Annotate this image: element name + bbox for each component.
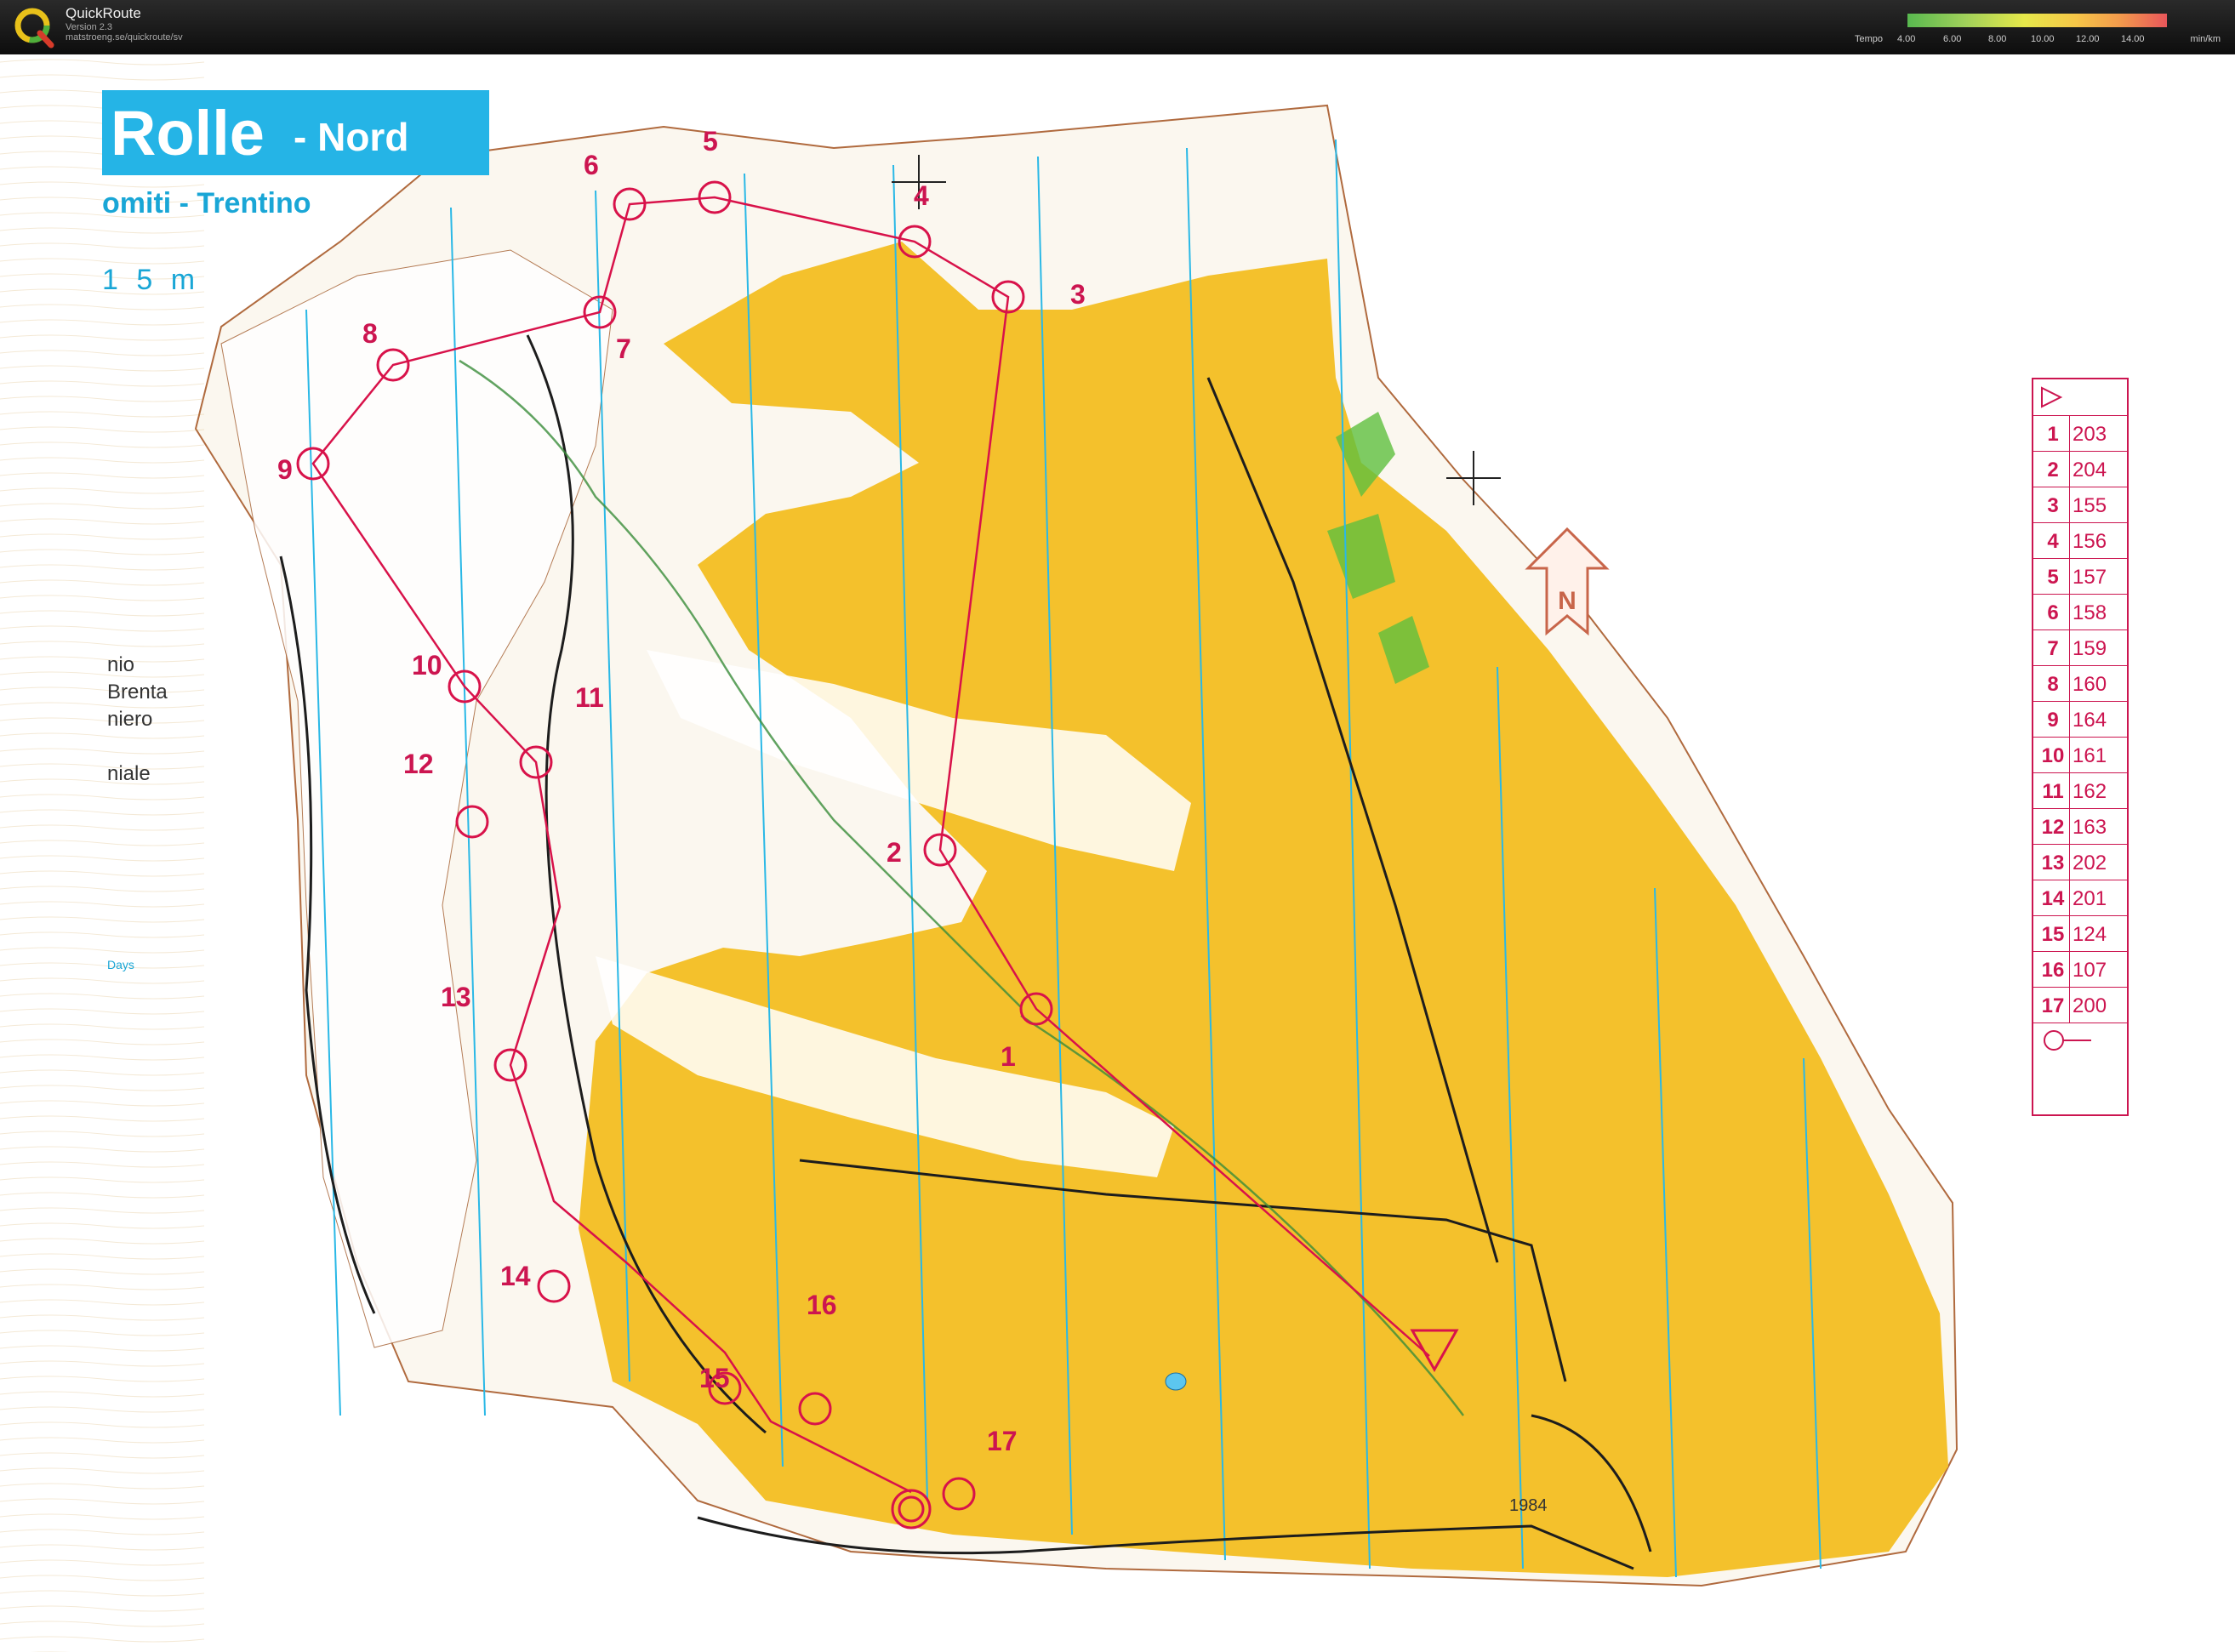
app-url: matstroeng.se/quickroute/sv xyxy=(66,32,183,43)
app-name: QuickRoute xyxy=(66,5,141,21)
control-label-1: 1 xyxy=(1001,1041,1016,1072)
north-label: N xyxy=(1558,587,1576,615)
description-row: 15 124 xyxy=(2033,915,2127,952)
map-title-banner: Rolle - Nord xyxy=(102,90,489,175)
tempo-legend: Tempo 4.00 6.00 8.00 10.00 12.00 14.00 m… xyxy=(1855,12,2221,46)
description-row: 14 201 xyxy=(2033,880,2127,916)
tempo-label: Tempo xyxy=(1855,34,1884,44)
control-label-16: 16 xyxy=(807,1290,837,1320)
tempo-unit: min/km xyxy=(2190,34,2221,44)
description-row: 4 156 xyxy=(2033,522,2127,559)
description-row: 11 162 xyxy=(2033,772,2127,809)
description-row: 5 157 xyxy=(2033,558,2127,595)
app-header: QuickRoute Version 2.3 matstroeng.se/qui… xyxy=(0,0,2235,54)
map-canvas[interactable]: N 1984 xyxy=(0,54,2235,1652)
description-row: 10 161 xyxy=(2033,737,2127,773)
control-label-17: 17 xyxy=(987,1426,1018,1456)
side-text: niero xyxy=(107,708,153,731)
description-row: 6 158 xyxy=(2033,594,2127,630)
description-row: 2 204 xyxy=(2033,451,2127,487)
tempo-tick: 12.00 xyxy=(2076,34,2100,44)
lake-icon xyxy=(1165,1372,1187,1391)
control-label-10: 10 xyxy=(412,650,442,681)
tempo-tick: 6.00 xyxy=(1943,34,1962,44)
control-label-3: 3 xyxy=(1070,279,1086,310)
side-text: Brenta xyxy=(107,681,168,704)
control-label-11: 11 xyxy=(575,682,604,713)
side-text: nio xyxy=(107,653,135,676)
control-label-14: 14 xyxy=(500,1261,531,1291)
control-label-4: 4 xyxy=(914,180,929,211)
control-label-13: 13 xyxy=(441,982,471,1012)
quickroute-logo-icon xyxy=(14,8,54,48)
app-version: Version 2.3 xyxy=(66,21,113,32)
control-label-7: 7 xyxy=(616,333,631,364)
description-row: 8 160 xyxy=(2033,665,2127,702)
control-label-8: 8 xyxy=(362,318,378,349)
tempo-tick: 8.00 xyxy=(1988,34,2007,44)
tempo-tick: 10.00 xyxy=(2031,34,2055,44)
spot-height: 1984 xyxy=(1509,1496,1548,1515)
description-row: 16 107 xyxy=(2033,951,2127,988)
control-label-12: 12 xyxy=(403,749,434,779)
map-subtitle: - Nord xyxy=(294,115,409,159)
finish-circle-icon xyxy=(2044,1030,2091,1051)
control-label-15: 15 xyxy=(699,1363,730,1393)
control-label-6: 6 xyxy=(584,150,599,180)
sponsor-logo-text: Days xyxy=(107,958,134,971)
map-title: Rolle xyxy=(111,98,265,168)
description-row: 9 164 xyxy=(2033,701,2127,738)
description-row: 1 203 xyxy=(2033,415,2127,452)
control-description-sheet: 1 203 2 204 3 155 4 156 5 157 6 158 7 159 8 160 … xyxy=(2032,378,2129,1116)
control-label-2: 2 xyxy=(887,837,902,868)
description-row: 12 163 xyxy=(2033,808,2127,845)
tempo-tick: 14.00 xyxy=(2121,34,2145,44)
side-text: niale xyxy=(107,762,151,785)
description-row: 13 202 xyxy=(2033,844,2127,880)
description-row: 7 159 xyxy=(2033,629,2127,666)
tempo-tick: 4.00 xyxy=(1897,34,1916,44)
orienteering-map[interactable]: N 1984 Rolle - Nord omiti - Trentino 1 5… xyxy=(0,54,2235,1652)
map-scale: 1 5 m xyxy=(102,264,201,296)
map-region: omiti - Trentino xyxy=(102,187,311,219)
app-title-block: QuickRoute Version 2.3 matstroeng.se/qui… xyxy=(66,5,183,43)
control-label-5: 5 xyxy=(703,126,718,157)
description-finish-row xyxy=(2033,1023,2127,1057)
description-row: 17 200 xyxy=(2033,987,2127,1023)
tempo-color-scale xyxy=(1907,14,2167,27)
start-triangle-icon xyxy=(2041,386,2063,408)
description-row: 3 155 xyxy=(2033,487,2127,523)
control-label-9: 9 xyxy=(277,454,293,485)
